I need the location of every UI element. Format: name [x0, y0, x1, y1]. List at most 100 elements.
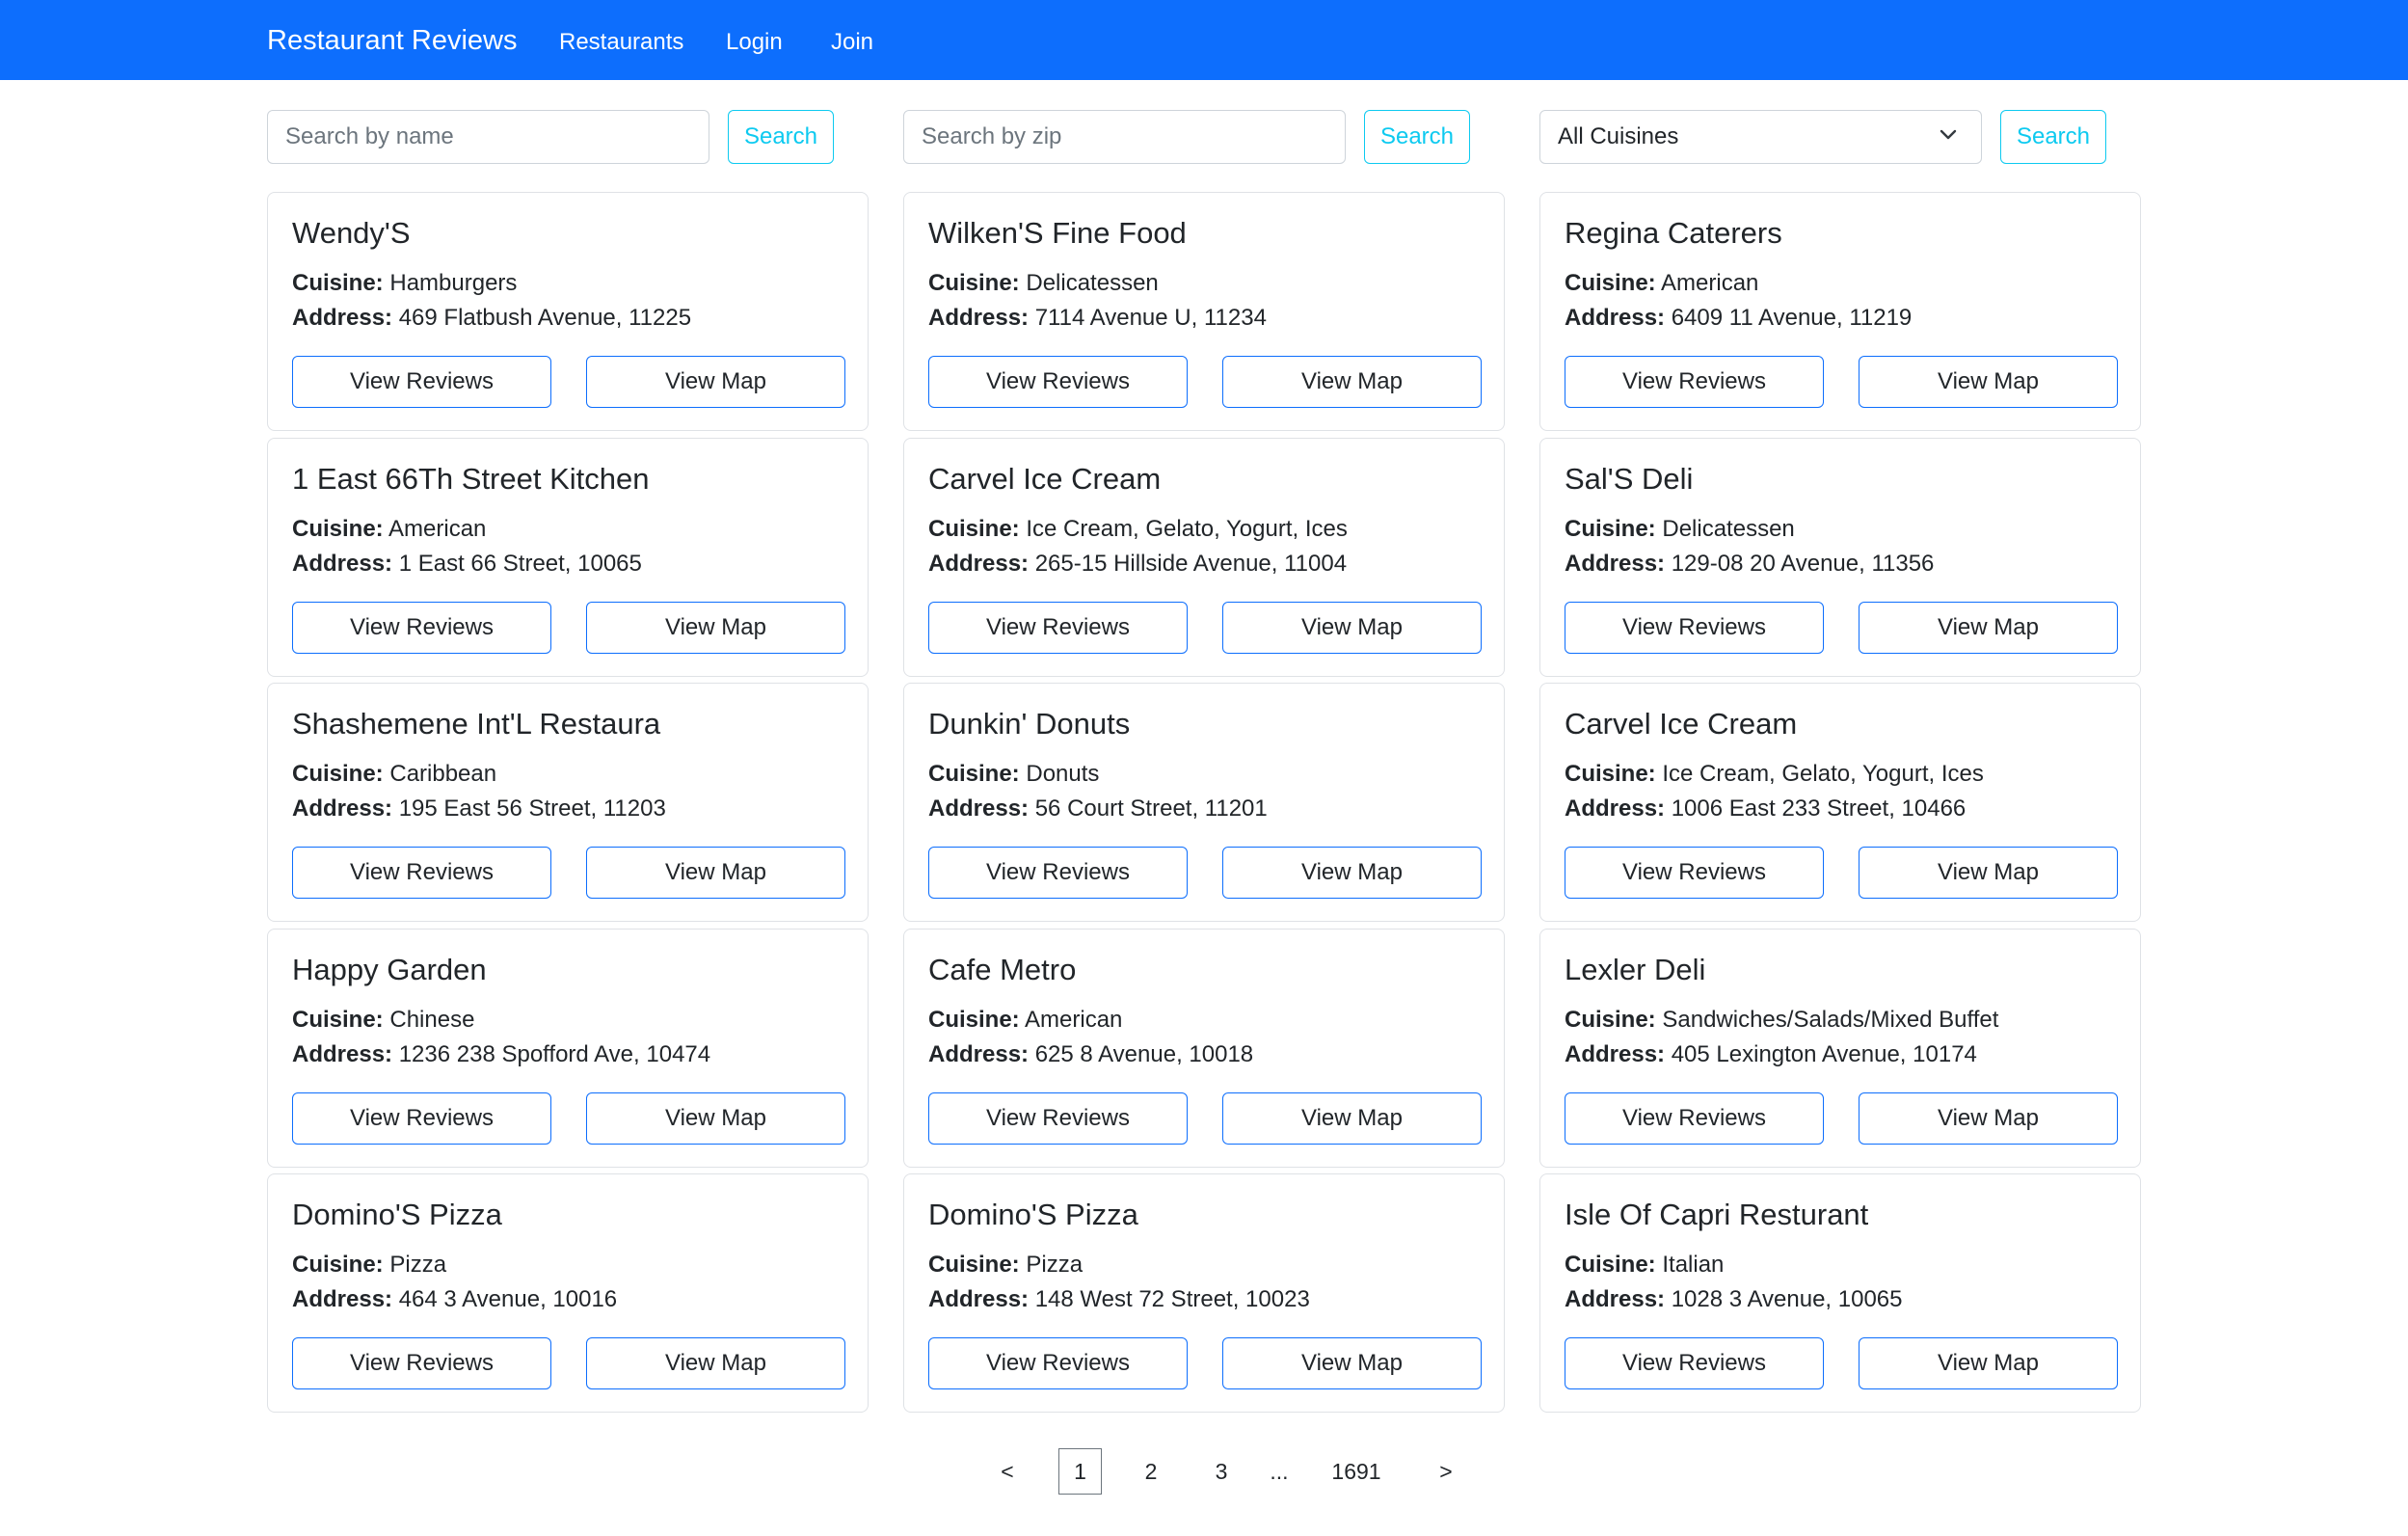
pagination-prev[interactable]: < [999, 1448, 1016, 1495]
view-map-button[interactable]: View Map [1859, 356, 2118, 408]
cuisine-value: American [1025, 1007, 1123, 1033]
restaurant-name: Dunkin' Donuts [928, 707, 1131, 741]
restaurant-name: Cafe Metro [928, 953, 1077, 986]
restaurant-cuisine: Cuisine: American [1565, 270, 1758, 297]
restaurant-card: Wendy'S Cuisine: Hamburgers Address: 469 F… [267, 192, 869, 431]
pagination-page-2[interactable]: 2 [1140, 1448, 1162, 1495]
view-map-button[interactable]: View Map [1222, 356, 1482, 408]
view-reviews-button[interactable]: View Reviews [1565, 356, 1824, 408]
view-reviews-button[interactable]: View Reviews [1565, 1092, 1824, 1145]
view-map-button[interactable]: View Map [586, 1337, 845, 1389]
pagination-page-last[interactable]: 1691 [1328, 1448, 1384, 1495]
view-map-button[interactable]: View Map [1222, 847, 1482, 899]
restaurant-card: 1 East 66Th Street Kitchen Cuisine: Ameri… [267, 438, 869, 677]
restaurant-card: Dunkin' Donuts Cuisine: Donuts Address: 56… [903, 683, 1505, 922]
cuisine-value: Delicatessen [1662, 516, 1795, 542]
cuisine-label: Cuisine: [928, 1252, 1020, 1278]
view-reviews-button[interactable]: View Reviews [1565, 602, 1824, 654]
cuisine-label: Cuisine: [1565, 761, 1656, 787]
restaurant-cuisine: Cuisine: Ice Cream, Gelato, Yogurt, Ices [1565, 761, 1984, 788]
nav-link-login[interactable]: Login [726, 29, 783, 56]
view-map-button[interactable]: View Map [586, 1092, 845, 1145]
restaurant-address: Address: 148 West 72 Street, 10023 [928, 1286, 1310, 1313]
view-reviews-button[interactable]: View Reviews [928, 847, 1188, 899]
address-value: 7114 Avenue U, 11234 [1034, 305, 1267, 331]
restaurant-address: Address: 195 East 56 Street, 11203 [292, 795, 666, 822]
nav-link-join[interactable]: Join [831, 29, 873, 56]
view-reviews-button[interactable]: View Reviews [292, 847, 551, 899]
address-value: 265-15 Hillside Avenue, 11004 [1034, 551, 1348, 577]
address-value: 464 3 Avenue, 10016 [398, 1286, 618, 1312]
search-zip-button[interactable]: Search [1364, 110, 1470, 164]
search-name-button[interactable]: Search [728, 110, 834, 164]
address-value: 469 Flatbush Avenue, 11225 [398, 305, 692, 331]
pagination-next[interactable]: > [1437, 1448, 1455, 1495]
restaurant-cuisine: Cuisine: American [292, 516, 486, 543]
restaurant-card: Isle Of Capri Resturant Cuisine: Italian A… [1539, 1173, 2141, 1413]
search-name-placeholder: Search by name [285, 123, 454, 149]
view-reviews-button[interactable]: View Reviews [928, 1092, 1188, 1145]
view-reviews-button[interactable]: View Reviews [292, 602, 551, 654]
address-label: Address: [1565, 305, 1666, 331]
view-map-button[interactable]: View Map [1222, 602, 1482, 654]
cuisine-value: Delicatessen [1026, 270, 1159, 296]
view-reviews-button[interactable]: View Reviews [1565, 1337, 1824, 1389]
search-cuisine-button[interactable]: Search [2000, 110, 2106, 164]
address-label: Address: [1565, 1286, 1666, 1312]
view-map-button[interactable]: View Map [1859, 1337, 2118, 1389]
cuisine-label: Cuisine: [1565, 270, 1656, 296]
nav-link-restaurants[interactable]: Restaurants [559, 29, 683, 56]
restaurant-name: Wendy'S [292, 216, 411, 250]
search-name-input[interactable]: Search by name [267, 110, 709, 164]
address-value: 1236 238 Spofford Ave, 10474 [398, 1041, 711, 1067]
view-map-button[interactable]: View Map [1859, 847, 2118, 899]
restaurant-cuisine: Cuisine: Chinese [292, 1007, 474, 1034]
cuisine-value: Hamburgers [389, 270, 518, 296]
address-value: 405 Lexington Avenue, 10174 [1671, 1041, 1977, 1067]
view-reviews-button[interactable]: View Reviews [928, 356, 1188, 408]
restaurant-name: Domino'S Pizza [928, 1198, 1138, 1231]
view-reviews-button[interactable]: View Reviews [928, 602, 1188, 654]
address-value: 1028 3 Avenue, 10065 [1671, 1286, 1903, 1312]
address-label: Address: [292, 1286, 393, 1312]
address-value: 148 West 72 Street, 10023 [1034, 1286, 1310, 1312]
navbar: Restaurant Reviews Restaurants Login Joi… [0, 0, 2408, 80]
view-map-button[interactable]: View Map [586, 356, 845, 408]
restaurant-address: Address: 469 Flatbush Avenue, 11225 [292, 305, 691, 332]
restaurant-name: Domino'S Pizza [292, 1198, 502, 1231]
view-reviews-button[interactable]: View Reviews [292, 356, 551, 408]
cuisine-value: American [388, 516, 487, 542]
restaurant-name: Carvel Ice Cream [1565, 707, 1798, 741]
view-reviews-button[interactable]: View Reviews [292, 1337, 551, 1389]
restaurant-address: Address: 265-15 Hillside Avenue, 11004 [928, 551, 1347, 578]
address-value: 1 East 66 Street, 10065 [398, 551, 642, 577]
view-map-button[interactable]: View Map [586, 847, 845, 899]
restaurant-cuisine: Cuisine: Donuts [928, 761, 1099, 788]
cuisine-label: Cuisine: [292, 1007, 384, 1033]
restaurant-name: Wilken'S Fine Food [928, 216, 1187, 250]
view-reviews-button[interactable]: View Reviews [928, 1337, 1188, 1389]
restaurant-card: Happy Garden Cuisine: Chinese Address: 123… [267, 929, 869, 1168]
view-map-button[interactable]: View Map [1859, 1092, 2118, 1145]
cuisine-label: Cuisine: [1565, 516, 1656, 542]
restaurant-card: Wilken'S Fine Food Cuisine: Delicatessen A… [903, 192, 1505, 431]
view-reviews-button[interactable]: View Reviews [292, 1092, 551, 1145]
cuisine-label: Cuisine: [928, 270, 1020, 296]
view-map-button[interactable]: View Map [1222, 1337, 1482, 1389]
cuisine-value: Chinese [389, 1007, 475, 1033]
restaurant-cuisine: Cuisine: Caribbean [292, 761, 496, 788]
address-value: 625 8 Avenue, 10018 [1034, 1041, 1254, 1067]
cuisine-select[interactable]: All Cuisines [1539, 110, 1982, 164]
pagination-page-3[interactable]: 3 [1211, 1448, 1232, 1495]
view-map-button[interactable]: View Map [1222, 1092, 1482, 1145]
restaurant-cuisine: Cuisine: Pizza [292, 1252, 446, 1279]
view-reviews-button[interactable]: View Reviews [1565, 847, 1824, 899]
search-zip-input[interactable]: Search by zip [903, 110, 1346, 164]
restaurant-card: Carvel Ice Cream Cuisine: Ice Cream, Gela… [1539, 683, 2141, 922]
cuisine-label: Cuisine: [928, 1007, 1020, 1033]
pagination-page-1[interactable]: 1 [1058, 1448, 1102, 1495]
navbar-brand[interactable]: Restaurant Reviews [267, 25, 518, 57]
cuisine-label: Cuisine: [1565, 1252, 1656, 1278]
view-map-button[interactable]: View Map [1859, 602, 2118, 654]
view-map-button[interactable]: View Map [586, 602, 845, 654]
